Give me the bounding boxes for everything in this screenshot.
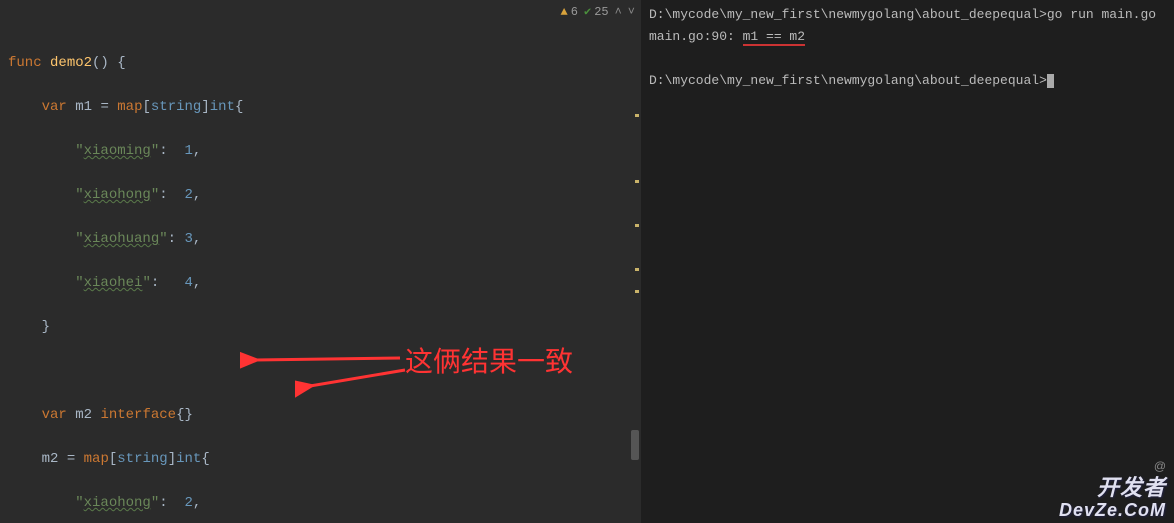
key-xiaoming: xiaoming: [84, 143, 151, 159]
val-4: 4: [184, 275, 192, 291]
watermark-author: @: [1059, 455, 1166, 477]
type-string: string: [151, 99, 201, 115]
watermark: @ 开发者 DevZe.CoM: [1059, 455, 1166, 521]
keyword-map2: map: [84, 451, 109, 467]
type-int: int: [210, 99, 235, 115]
gutter-marker: [635, 180, 639, 183]
terminal-output-highlight: m1 == m2: [743, 29, 805, 46]
val-3: 3: [184, 231, 192, 247]
gutter-marker: [635, 268, 639, 271]
terminal-line-2: main.go:90: m1 == m2: [649, 26, 1166, 48]
var-m2: m2: [75, 407, 92, 423]
watermark-logo-cn: 开发者: [1097, 475, 1166, 500]
terminal-cursor: [1047, 74, 1054, 88]
annotation-text: 这俩结果一致: [405, 340, 573, 380]
var-m1: m1: [75, 99, 92, 115]
val-1: 1: [184, 143, 192, 159]
val-2: 2: [184, 187, 192, 203]
key-xiaohei: xiaohei: [84, 275, 143, 291]
keyword-func: func: [8, 55, 42, 71]
val-2b: 2: [184, 495, 192, 511]
terminal-line-1: D:\mycode\my_new_first\newmygolang\about…: [649, 4, 1166, 26]
terminal-panel[interactable]: D:\mycode\my_new_first\newmygolang\about…: [641, 0, 1174, 523]
terminal-line-3: D:\mycode\my_new_first\newmygolang\about…: [649, 70, 1166, 92]
code-editor[interactable]: ▲ 6 ✔ 25 ˄ ˅ func demo2() { var m1 = map…: [0, 0, 641, 523]
watermark-logo-en: DevZe.CoM: [1059, 500, 1166, 520]
function-name: demo2: [50, 55, 92, 71]
gutter-marker: [635, 224, 639, 227]
keyword-interface: interface: [100, 407, 176, 423]
checks-indicator[interactable]: ✔ 25: [584, 4, 609, 19]
type-string2: string: [117, 451, 167, 467]
keyword-var: var: [42, 99, 67, 115]
var-m2-assign: m2: [42, 451, 59, 467]
checks-count: 25: [594, 5, 608, 19]
warnings-count: 6: [571, 5, 578, 19]
keyword-var2: var: [42, 407, 67, 423]
type-int2: int: [176, 451, 201, 467]
key-xiaohuang: xiaohuang: [84, 231, 160, 247]
warnings-indicator[interactable]: ▲ 6: [561, 5, 578, 19]
code-content[interactable]: func demo2() { var m1 = map[string]int{ …: [0, 0, 641, 523]
chevron-up-icon[interactable]: ˄: [615, 5, 622, 19]
chevron-down-icon[interactable]: ˅: [628, 5, 635, 19]
keyword-map: map: [117, 99, 142, 115]
editor-scrollbar-thumb[interactable]: [631, 430, 639, 460]
key-xiaohong2: xiaohong: [84, 495, 151, 511]
check-icon: ✔: [584, 4, 591, 19]
gutter-marker: [635, 290, 639, 293]
editor-status-bar: ▲ 6 ✔ 25 ˄ ˅: [561, 4, 635, 19]
warning-icon: ▲: [561, 5, 568, 19]
gutter-marker: [635, 114, 639, 117]
key-xiaohong: xiaohong: [84, 187, 151, 203]
